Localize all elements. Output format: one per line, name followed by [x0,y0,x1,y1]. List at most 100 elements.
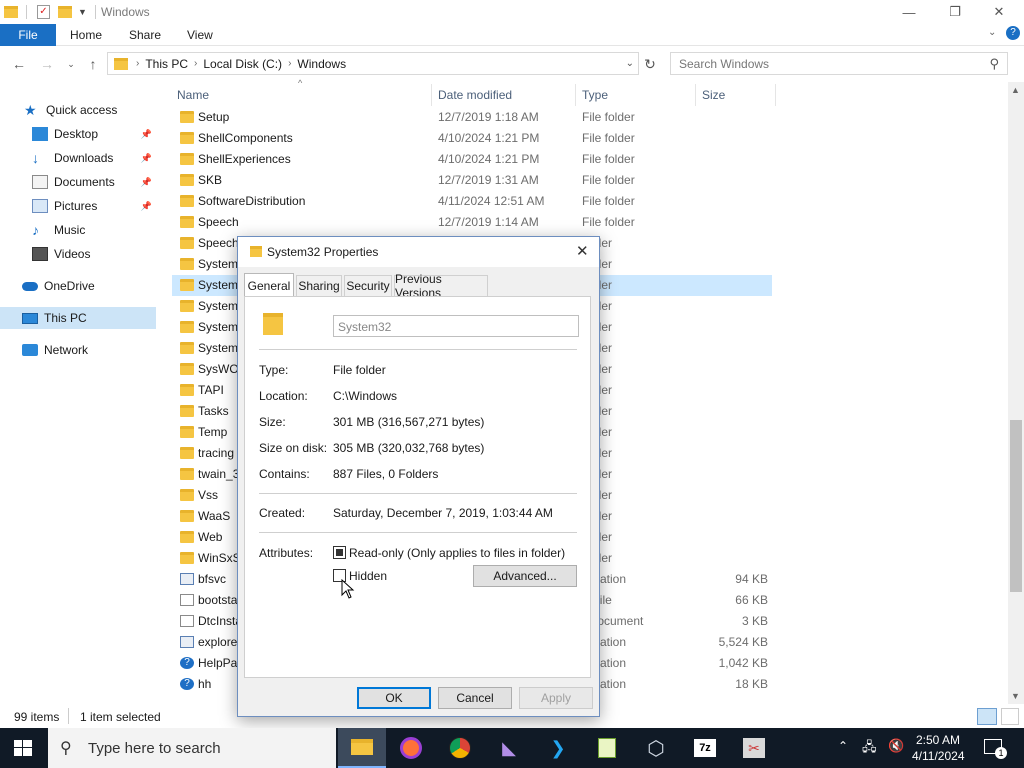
tab-sharing[interactable]: Sharing [296,275,342,296]
file-date-modified: 12/7/2019 1:31 AM [438,173,539,187]
minimize-button[interactable]: — [886,0,932,24]
tab-view[interactable]: View [187,28,213,42]
vertical-scrollbar[interactable] [1008,82,1024,704]
snipping-tool-icon[interactable]: ✂ [730,728,778,768]
clock[interactable]: 2:50 AM 4/11/2024 [912,733,965,763]
pin-icon[interactable]: 📌 [141,153,152,164]
chevron-down-icon[interactable]: ⌄ [626,58,634,69]
column-divider[interactable] [695,84,696,106]
cancel-button[interactable]: Cancel [438,687,512,709]
nav-item-downloads[interactable]: ↓ Downloads 📌 [32,147,156,169]
vscode-icon[interactable]: ❯ [534,728,582,768]
scroll-up-icon[interactable]: ▲ [1011,85,1020,95]
file-size: 3 KB [741,614,768,628]
tab-security[interactable]: Security [344,275,392,296]
table-row[interactable]: ShellExperiences 4/10/2024 1:21 PM File fo… [172,149,772,170]
forward-button[interactable]: → [38,55,56,73]
up-button[interactable]: ↑ [84,55,102,73]
nav-item-quick-access[interactable]: ★ Quick access [24,99,156,121]
tab-home[interactable]: Home [70,28,102,42]
advanced-button[interactable]: Advanced... [473,565,577,587]
nav-item-onedrive[interactable]: OneDrive [22,275,156,297]
folder-icon [180,489,194,501]
chevron-right-icon[interactable]: › [194,58,197,69]
details-view-button[interactable] [977,708,997,725]
apply-button[interactable]: Apply [519,687,593,709]
tab-share[interactable]: Share [129,28,161,42]
chevron-right-icon[interactable]: › [136,58,139,69]
column-divider[interactable] [775,84,776,106]
network-tray-icon[interactable]: 🖧 [862,738,877,760]
back-button[interactable]: ← [10,55,28,73]
table-row[interactable]: Speech 12/7/2019 1:14 AM File folder [172,212,772,233]
close-button[interactable]: ✕ [976,0,1022,24]
folder-name-field[interactable]: System32 [333,315,579,337]
file-explorer-icon[interactable] [338,728,386,768]
7zip-icon[interactable]: 7z [681,728,729,768]
large-icons-view-button[interactable] [1001,708,1019,725]
refresh-button[interactable]: ↻ [641,55,659,73]
tab-previous-versions[interactable]: Previous Versions [394,272,488,300]
chrome-icon[interactable] [436,728,484,768]
help-icon[interactable]: ? [1006,26,1020,40]
notifications-icon[interactable]: 1 [984,739,1007,759]
table-row[interactable]: ShellComponents 4/10/2024 1:21 PM File fol… [172,128,772,149]
new-folder-icon[interactable] [58,6,72,18]
nav-item-videos[interactable]: Videos [32,243,156,265]
nav-item-music[interactable]: ♪ Music [32,219,156,241]
scrollbar-thumb[interactable] [1010,420,1022,592]
readonly-label[interactable]: Read-only (Only applies to files in fold… [349,546,565,560]
dialog-close-button[interactable]: ✕ [576,242,589,260]
table-row[interactable]: SKB 12/7/2019 1:31 AM File folder [172,170,772,191]
breadcrumb-this-pc[interactable]: This PC [145,57,188,71]
table-row[interactable]: SoftwareDistribution 4/11/2024 12:51 AM Fi… [172,191,772,212]
search-icon[interactable]: ⚲ [989,56,999,72]
pin-icon[interactable]: 📌 [141,177,152,188]
divider [68,708,69,724]
tab-general[interactable]: General [244,273,294,297]
maximize-button[interactable]: ❐ [932,0,978,24]
column-divider[interactable] [431,84,432,106]
navigation-pane: ★ Quick access Desktop 📌 ↓ Downloads 📌 D… [0,82,160,704]
nav-item-pictures[interactable]: Pictures 📌 [32,195,156,217]
file-type: File folder [582,110,635,124]
file-name: bfsvc [198,572,227,586]
volume-muted-icon[interactable]: 🔇 [888,738,904,754]
nav-item-network[interactable]: Network [22,339,156,361]
search-placeholder: Search Windows [679,56,770,71]
breadcrumb-local-disk[interactable]: Local Disk (C:) [203,57,282,71]
visual-studio-icon[interactable]: ◣ [485,728,533,768]
search-input[interactable]: Search Windows ⚲ [670,52,1008,75]
windows-start-icon[interactable] [14,740,32,756]
nav-item-label: Network [44,343,89,357]
properties-icon[interactable]: ✓ [37,5,50,19]
pin-icon[interactable]: 📌 [141,201,152,212]
chevron-right-icon[interactable]: › [288,58,291,69]
nav-item-documents[interactable]: Documents 📌 [32,171,156,193]
folder-icon[interactable] [4,6,18,18]
expand-ribbon-icon[interactable]: ⌄ [988,27,996,38]
folder-icon [180,468,194,480]
cloud-icon [22,281,38,291]
notepad-plus-icon[interactable] [583,728,631,768]
taskbar-search-box[interactable]: ⚲ Type here to search [48,728,336,768]
firefox-icon[interactable] [387,728,435,768]
scroll-down-icon[interactable]: ▼ [1011,691,1020,701]
breadcrumb-windows[interactable]: Windows [297,57,346,71]
column-divider[interactable] [575,84,576,106]
file-name: TAPI [198,383,224,397]
address-bar[interactable]: › This PC › Local Disk (C:) › Windows ⌄ [107,52,639,75]
recent-locations-button[interactable]: ⌄ [62,55,80,73]
nav-item-this-pc[interactable]: This PC [0,307,156,329]
ok-button[interactable]: OK [357,687,431,709]
virtualbox-icon[interactable]: ⬡ [632,728,680,768]
show-hidden-icons-icon[interactable]: ⌃ [838,739,848,753]
pin-icon[interactable]: 📌 [141,129,152,140]
readonly-checkbox[interactable] [333,546,346,559]
file-name: System [198,299,239,313]
customize-toolbar-icon[interactable]: ▼ [78,7,87,17]
nav-item-desktop[interactable]: Desktop 📌 [32,123,156,145]
table-row[interactable]: Setup 12/7/2019 1:18 AM File folder [172,107,772,128]
file-tab[interactable]: File [0,24,56,46]
folder-icon [180,237,194,249]
